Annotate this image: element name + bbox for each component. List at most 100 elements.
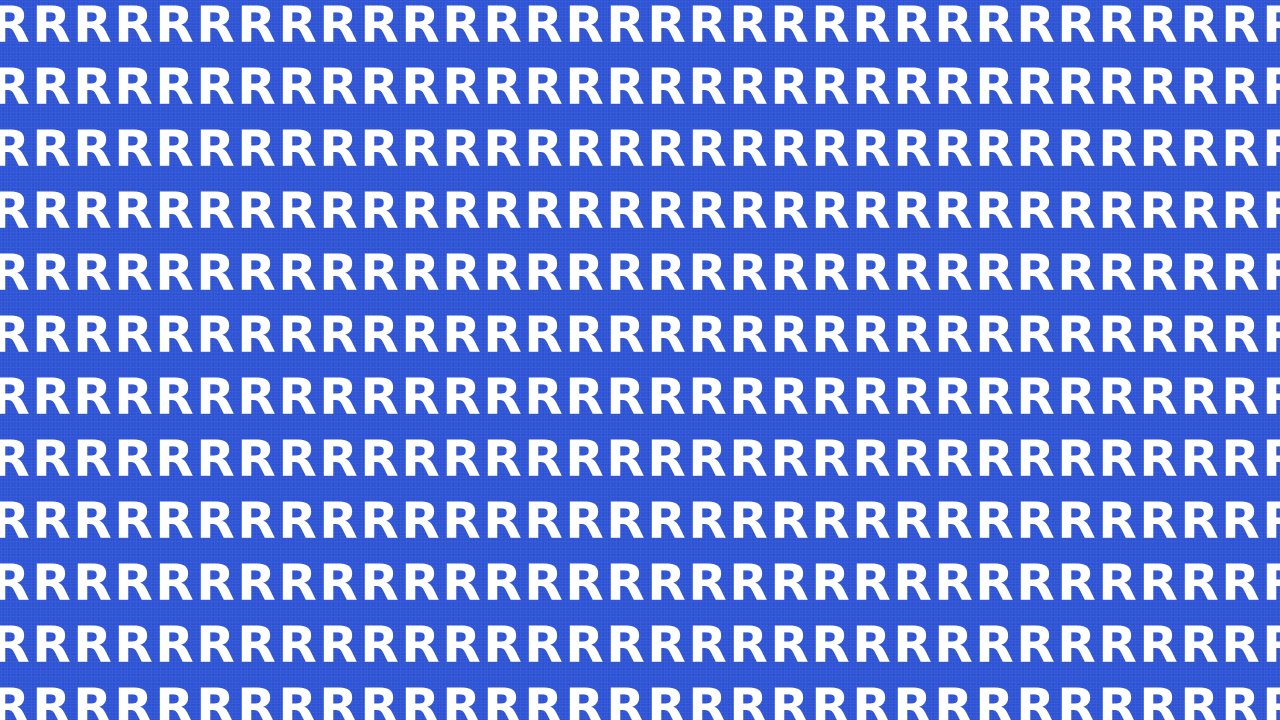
letter-glyph: R: [1180, 492, 1219, 550]
letter-glyph: R: [442, 58, 481, 116]
letter-glyph: R: [606, 616, 645, 674]
letter-glyph: R: [1016, 58, 1055, 116]
letter-glyph: R: [360, 306, 399, 364]
letter-glyph: R: [729, 0, 768, 54]
letter-glyph: R: [1180, 58, 1219, 116]
letter-glyph: R: [688, 120, 727, 178]
letter-glyph: R: [1221, 244, 1260, 302]
letter-glyph: R: [155, 678, 194, 720]
letter-glyph: R: [524, 554, 563, 612]
letter-glyph: R: [893, 120, 932, 178]
letter-glyph: R: [606, 182, 645, 240]
letter-glyph: R: [1180, 182, 1219, 240]
letter-glyph: R: [1221, 554, 1260, 612]
letter-glyph: R: [975, 616, 1014, 674]
letter-glyph: R: [524, 368, 563, 426]
letter-glyph: R: [278, 616, 317, 674]
letter-glyph: R: [278, 492, 317, 550]
letter-glyph: R: [1221, 0, 1260, 54]
letter-glyph: R: [729, 368, 768, 426]
letter-glyph: R: [1261, 490, 1280, 552]
letter-glyph: R: [770, 678, 809, 720]
letter-glyph: R: [1016, 120, 1055, 178]
letter-glyph: R: [196, 306, 235, 364]
letter-glyph: R: [442, 678, 481, 720]
letter-glyph: R: [770, 0, 809, 54]
letter-glyph: R: [1139, 0, 1178, 54]
letter-glyph: R: [975, 0, 1014, 54]
letter-glyph: R: [1139, 492, 1178, 550]
letter-glyph: R: [565, 616, 604, 674]
letter-glyph: R: [811, 306, 850, 364]
letter-glyph: R: [401, 120, 440, 178]
letter-glyph: R: [237, 430, 276, 488]
letter-glyph: R: [934, 492, 973, 550]
letter-glyph: R: [1098, 368, 1137, 426]
letter-glyph: R: [32, 430, 71, 488]
letter-glyph: R: [647, 616, 686, 674]
letter-glyph: R: [606, 244, 645, 302]
letter-glyph: R: [688, 182, 727, 240]
letter-glyph: R: [278, 244, 317, 302]
letter-glyph: R: [196, 182, 235, 240]
letter-glyph: R: [1016, 182, 1055, 240]
letter-glyph: R: [1261, 614, 1280, 676]
letter-glyph: R: [319, 678, 358, 720]
letter-glyph: R: [893, 678, 932, 720]
letter-glyph: R: [1057, 306, 1096, 364]
letter-glyph: R: [401, 554, 440, 612]
letter-glyph: R: [114, 492, 153, 550]
letter-glyph: R: [0, 492, 30, 550]
letter-glyph: R: [688, 678, 727, 720]
letter-glyph: R: [1180, 244, 1219, 302]
letter-row: RRRRRRRRRRRRRRRRRRRRRRRRRRRRRRRR: [0, 242, 1280, 304]
letter-glyph: R: [770, 182, 809, 240]
letter-glyph: R: [196, 0, 235, 54]
letter-glyph: R: [975, 58, 1014, 116]
letter-glyph: R: [811, 182, 850, 240]
letter-glyph: R: [114, 58, 153, 116]
letter-glyph: R: [196, 492, 235, 550]
letter-glyph: R: [688, 616, 727, 674]
letter-glyph: R: [237, 368, 276, 426]
letter-glyph: R: [360, 0, 399, 54]
letter-glyph: R: [73, 120, 112, 178]
letter-glyph: R: [524, 616, 563, 674]
letter-row: RRRRRRRRRRRRRRRRRRRRRRRRRRRRRRRR: [0, 0, 1280, 56]
letter-glyph: R: [114, 306, 153, 364]
letter-glyph: R: [975, 244, 1014, 302]
letter-glyph: R: [401, 616, 440, 674]
letter-glyph: R: [196, 430, 235, 488]
letter-glyph: R: [524, 244, 563, 302]
letter-glyph: R: [811, 492, 850, 550]
letter-glyph: R: [319, 182, 358, 240]
letter-glyph: R: [237, 678, 276, 720]
letter-glyph: R: [360, 368, 399, 426]
letter-glyph: R: [483, 0, 522, 54]
letter-glyph: R: [893, 182, 932, 240]
letter-glyph: R: [688, 58, 727, 116]
letter-glyph: R: [278, 678, 317, 720]
letter-glyph: R: [278, 0, 317, 54]
letter-glyph: R: [319, 492, 358, 550]
letter-glyph: R: [975, 430, 1014, 488]
letter-glyph: R: [1139, 616, 1178, 674]
letter-glyph: R: [1139, 58, 1178, 116]
letter-glyph: R: [1139, 182, 1178, 240]
letter-glyph: R: [729, 554, 768, 612]
letter-glyph: R: [811, 0, 850, 54]
letter-glyph: R: [278, 430, 317, 488]
letter-glyph: R: [852, 120, 891, 178]
letter-glyph: R: [729, 58, 768, 116]
letter-glyph: R: [852, 182, 891, 240]
letter-glyph: R: [73, 554, 112, 612]
letter-glyph: R: [32, 244, 71, 302]
letter-glyph: R: [1221, 678, 1260, 720]
letter-glyph: R: [442, 368, 481, 426]
letter-glyph: R: [483, 182, 522, 240]
letter-glyph: R: [893, 58, 932, 116]
letter-glyph: R: [73, 58, 112, 116]
letter-glyph: R: [401, 492, 440, 550]
letter-glyph: R: [1016, 678, 1055, 720]
letter-glyph: R: [401, 182, 440, 240]
